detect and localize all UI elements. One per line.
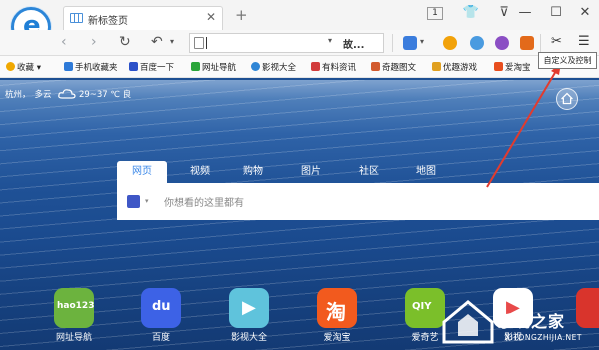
engine-dropdown-icon[interactable]: ▾ [145,197,149,205]
weather-condition: 多云 [34,90,52,100]
watermark-text: 系统之家 [497,312,566,331]
weather-temperature: 29~37 ℃ 良 [78,90,132,100]
app-label: 影视大全 [230,333,267,343]
search-engine-selector[interactable]: 故... [343,36,364,51]
baidu-paw-icon[interactable] [127,195,140,208]
page-icon [194,37,204,49]
divider [540,34,541,52]
star-icon [6,62,15,71]
home-button[interactable] [556,88,578,110]
undo-menu-icon[interactable]: ▾ [170,37,174,46]
bookmarks-bar: 收藏 ▾ 手机收藏夹 百度一下 网址导航 影视大全 有料资讯 奇趣图文 优趣游戏… [0,56,599,78]
bookmark-video[interactable]: 影视大全 [251,61,296,73]
baidu-icon [129,62,138,71]
media-icon[interactable] [470,36,484,50]
app-baidu[interactable]: du 百度 [131,288,191,343]
picture-icon [371,62,380,71]
video-icon [251,62,260,71]
navigation-bar: ‹ › ↻ ↶ ▾ ▾ 故... ▾ ✂ ☰ [0,30,599,56]
bookmark-baidu[interactable]: 百度一下 [129,61,174,73]
grid-icon [70,13,83,23]
tab-video[interactable]: 视频 [175,161,225,183]
hao123-icon: hao123 [54,288,94,328]
customize-tooltip: 自定义及控制 [538,52,597,69]
undo-close-button[interactable]: ↶ [151,34,163,50]
baidu-icon: du [141,288,181,328]
address-dropdown-icon[interactable]: ▾ [328,36,332,45]
video-play-icon: ▶ [229,288,269,328]
tab-map[interactable]: 地图 [401,161,451,183]
skin-icon[interactable]: 👕 [462,5,480,20]
tab-community[interactable]: 社区 [344,161,394,183]
navigation-icon [191,62,200,71]
search-box[interactable]: ▾ 你想看的这里都有 [117,183,599,220]
app-taobao[interactable]: 淘 爱淘宝 [307,288,367,343]
tab-count-badge[interactable]: 1 [427,7,443,20]
minimize-button[interactable]: — [516,5,534,20]
cut-icon[interactable]: ✂ [551,34,562,49]
browser-window: 新标签页 ✕ + 1 👕 ⊽ — ☐ ✕ e ‹ › ↻ ↶ ▾ ▾ 故... … [0,0,599,350]
weather-widget[interactable]: 杭州， 多云 29~37 ℃ 良 [5,88,135,100]
bookmark-favorites[interactable]: 收藏 ▾ [6,61,41,73]
tab-web[interactable]: 网页 [117,161,167,183]
app-hao123[interactable]: hao123 网址导航 [44,288,104,343]
tab-label: 新标签页 [88,16,128,27]
news-icon [311,62,320,71]
app-label: 网址导航 [55,333,92,343]
weather-city: 杭州， [5,90,31,100]
search-tabs: 网页 视频 购物 图片 社区 地图 [117,161,567,183]
bookmark-taobao[interactable]: 爱淘宝 [494,61,531,73]
tab-close-icon[interactable]: ✕ [206,10,216,24]
close-button[interactable]: ✕ [576,5,594,20]
taobao-icon: 淘 [317,288,357,328]
game-icon[interactable] [495,36,509,50]
extension-icon[interactable] [520,36,534,50]
maximize-button[interactable]: ☐ [547,5,565,20]
bookmark-mobile[interactable]: 手机收藏夹 [64,61,118,73]
cloud-icon [58,89,76,99]
divider [392,34,393,52]
home-icon [561,92,573,105]
refresh-button[interactable]: ↻ [119,34,131,50]
bookmark-hao123[interactable]: 网址导航 [191,61,236,73]
apps-dropdown-icon[interactable]: ▾ [420,37,424,46]
text-caret [206,37,207,49]
gift-icon[interactable] [443,36,457,50]
apps-grid-icon[interactable] [403,36,417,50]
menu-icon[interactable]: ☰ [578,34,590,49]
bookmark-pictures[interactable]: 奇趣图文 [371,61,416,73]
app-video[interactable]: ▶ 影视大全 [219,288,279,343]
app-label: 爱淘宝 [323,333,351,343]
watermark-url: XITONGZHIJIA.NET [505,333,582,342]
bookmark-news[interactable]: 有料资讯 [311,61,356,73]
tab-new-tab[interactable]: 新标签页 ✕ [63,6,223,30]
title-bar: 新标签页 ✕ + 1 👕 ⊽ — ☐ ✕ [0,0,599,30]
new-tab-button[interactable]: + [235,6,248,24]
search-input[interactable]: 你想看的这里都有 [164,194,244,209]
phone-icon [64,62,73,71]
tab-images[interactable]: 图片 [286,161,336,183]
app-label: 百度 [151,333,170,343]
forward-button[interactable]: › [91,34,97,50]
taobao-icon [494,62,503,71]
house-logo-icon [442,300,494,344]
game-icon [432,62,441,71]
pin-icon[interactable]: ⊽ [495,5,513,20]
tab-shopping[interactable]: 购物 [228,161,278,183]
bookmark-games[interactable]: 优趣游戏 [432,61,477,73]
watermark: 系统之家 XITONGZHIJIA.NET [432,292,599,350]
back-button[interactable]: ‹ [61,34,67,50]
